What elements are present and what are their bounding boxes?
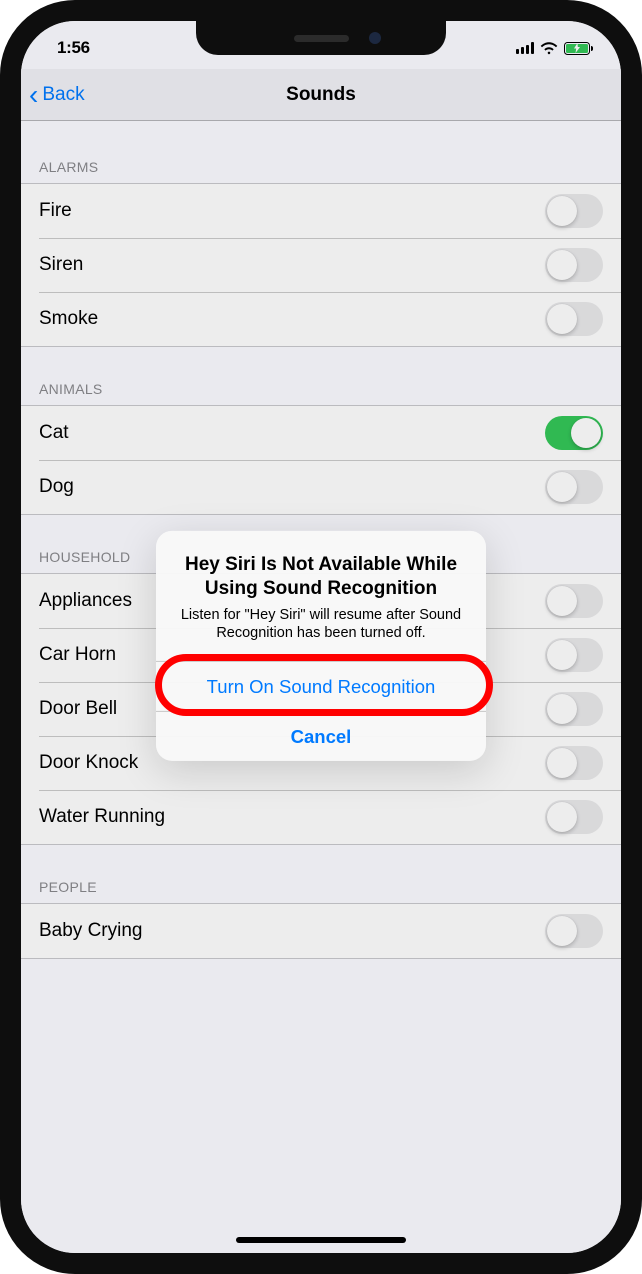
row-dog[interactable]: Dog: [21, 460, 621, 514]
page-title: Sounds: [286, 84, 356, 106]
home-indicator[interactable]: [236, 1237, 406, 1243]
toggle-cat[interactable]: [545, 416, 603, 450]
status-time: 1:56: [57, 38, 90, 58]
alert-dialog: Hey Siri Is Not Available While Using So…: [156, 531, 486, 761]
toggle-appliances[interactable]: [545, 584, 603, 618]
alert-title: Hey Siri Is Not Available While Using So…: [174, 553, 468, 602]
row-water-running[interactable]: Water Running: [21, 790, 621, 844]
alert-primary-button[interactable]: Turn On Sound Recognition: [156, 661, 486, 711]
row-label: Cat: [39, 422, 69, 444]
alert-cancel-button[interactable]: Cancel: [156, 711, 486, 761]
row-label: Siren: [39, 254, 83, 276]
row-label: Dog: [39, 476, 74, 498]
speaker-grille: [294, 35, 349, 42]
row-cat[interactable]: Cat: [21, 406, 621, 460]
notch: [196, 21, 446, 55]
chevron-left-icon: ‹: [29, 81, 38, 109]
row-label: Water Running: [39, 806, 165, 828]
toggle-siren[interactable]: [545, 248, 603, 282]
battery-icon: [564, 42, 593, 55]
group-alarms: Fire Siren Smoke: [21, 183, 621, 347]
toggle-water-running[interactable]: [545, 800, 603, 834]
group-animals: Cat Dog: [21, 405, 621, 515]
row-label: Door Bell: [39, 698, 117, 720]
toggle-dog[interactable]: [545, 470, 603, 504]
cellular-signal-icon: [516, 42, 535, 54]
row-label: Fire: [39, 200, 72, 222]
row-label: Car Horn: [39, 644, 116, 666]
phone-frame: 1:56: [0, 0, 642, 1274]
alert-cancel-label: Cancel: [291, 726, 352, 748]
alert-primary-label: Turn On Sound Recognition: [207, 676, 436, 698]
row-siren[interactable]: Siren: [21, 238, 621, 292]
section-header-people: PEOPLE: [21, 845, 621, 903]
alert-message: Listen for "Hey Siri" will resume after …: [174, 605, 468, 643]
row-fire[interactable]: Fire: [21, 184, 621, 238]
toggle-baby-crying[interactable]: [545, 914, 603, 948]
nav-bar: ‹ Back Sounds: [21, 69, 621, 121]
front-camera: [369, 32, 381, 44]
section-header-animals: ANIMALS: [21, 347, 621, 405]
group-people: Baby Crying: [21, 903, 621, 959]
toggle-door-knock[interactable]: [545, 746, 603, 780]
back-label: Back: [42, 84, 84, 106]
section-header-alarms: ALARMS: [21, 121, 621, 183]
row-smoke[interactable]: Smoke: [21, 292, 621, 346]
wifi-icon: [540, 42, 558, 55]
row-baby-crying[interactable]: Baby Crying: [21, 904, 621, 958]
row-label: Smoke: [39, 308, 98, 330]
back-button[interactable]: ‹ Back: [29, 81, 85, 109]
toggle-fire[interactable]: [545, 194, 603, 228]
toggle-car-horn[interactable]: [545, 638, 603, 672]
toggle-smoke[interactable]: [545, 302, 603, 336]
toggle-door-bell[interactable]: [545, 692, 603, 726]
row-label: Door Knock: [39, 752, 138, 774]
row-label: Appliances: [39, 590, 132, 612]
row-label: Baby Crying: [39, 920, 143, 942]
